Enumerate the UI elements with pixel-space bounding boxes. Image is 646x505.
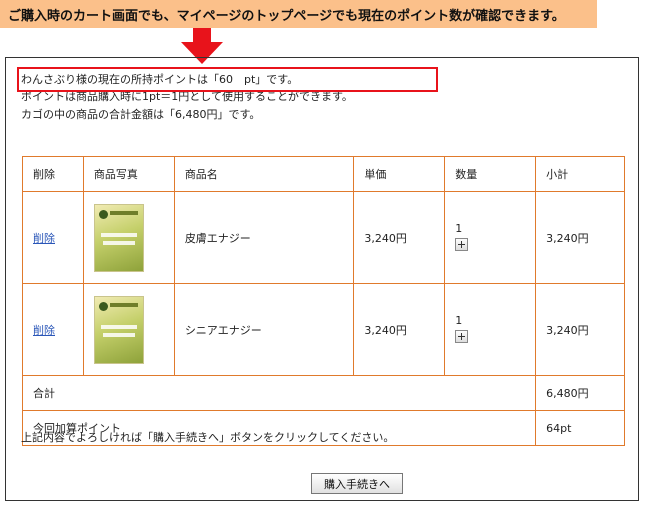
increase-quantity-button[interactable] bbox=[455, 237, 469, 251]
instruction-note: 上記内容でよろしければ「購入手続きへ」ボタンをクリックしてください。 bbox=[21, 431, 395, 444]
column-header-quantity: 数量 bbox=[444, 156, 537, 192]
quantity-value: 1 bbox=[455, 313, 463, 327]
product-image bbox=[93, 203, 144, 272]
product-name: シニアエナジー bbox=[173, 283, 355, 376]
column-header-name: 商品名 bbox=[173, 156, 355, 192]
column-header-photo: 商品写真 bbox=[82, 156, 175, 192]
points-highlight-box bbox=[17, 67, 438, 92]
quantity-cell: 1 bbox=[444, 191, 537, 284]
unit-price: 3,240円 bbox=[353, 191, 446, 284]
column-header-subtotal: 小計 bbox=[535, 156, 625, 192]
subtotal: 3,240円 bbox=[535, 283, 625, 376]
total-label: 合計 bbox=[21, 375, 537, 411]
delete-link[interactable]: 削除 bbox=[33, 324, 55, 337]
points-value: 64pt bbox=[535, 410, 625, 446]
total-value: 6,480円 bbox=[535, 375, 625, 411]
cart-table: 削除 商品写真 商品名 単価 数量 小計 削除 皮膚エナジー 3,240円 1 … bbox=[21, 156, 625, 446]
subtotal: 3,240円 bbox=[535, 191, 625, 284]
increase-quantity-button[interactable] bbox=[455, 329, 469, 343]
points-usage-text: ポイントは商品購入時に1pt＝1円として使用することができます。 bbox=[21, 90, 353, 103]
table-row: 削除 シニアエナジー 3,240円 1 3,240円 bbox=[22, 283, 625, 376]
banner-text: ご購入時のカート画面でも、マイページのトップページでも現在のポイント数が確認でき… bbox=[8, 9, 565, 24]
total-row: 合計 6,480円 bbox=[21, 375, 625, 411]
unit-price: 3,240円 bbox=[353, 283, 446, 376]
column-header-price: 単価 bbox=[353, 156, 446, 192]
cart-total-text: カゴの中の商品の合計金額は「6,480円」です。 bbox=[21, 108, 261, 121]
proceed-to-checkout-button[interactable]: 購入手続きへ bbox=[311, 473, 403, 494]
delete-link[interactable]: 削除 bbox=[33, 232, 55, 245]
quantity-cell: 1 bbox=[444, 283, 537, 376]
column-header-delete: 削除 bbox=[22, 156, 84, 192]
instruction-banner: ご購入時のカート画面でも、マイページのトップページでも現在のポイント数が確認でき… bbox=[0, 0, 597, 28]
quantity-value: 1 bbox=[455, 221, 463, 235]
product-image bbox=[93, 295, 144, 364]
table-row: 削除 皮膚エナジー 3,240円 1 3,240円 bbox=[22, 191, 625, 284]
table-header-row: 削除 商品写真 商品名 単価 数量 小計 bbox=[22, 156, 625, 192]
product-name: 皮膚エナジー bbox=[173, 191, 355, 284]
